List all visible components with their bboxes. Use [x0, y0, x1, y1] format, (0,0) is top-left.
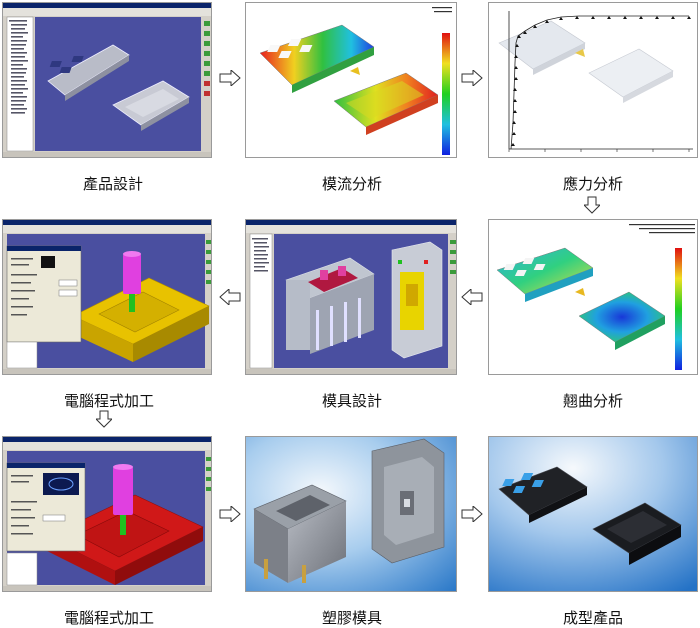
- cnc-machining-screenshot-red: [2, 436, 212, 592]
- cnc-machining-screenshot-yellow: [2, 219, 212, 375]
- step-caption-mold-design: 模具設計: [321, 392, 382, 410]
- flow-arrow-left-icon: [219, 289, 241, 305]
- product-design-screenshot: [2, 2, 212, 158]
- mold-design-screenshot: [245, 219, 457, 375]
- mold-flow-analysis-screenshot: [245, 2, 457, 158]
- stress-analysis-screenshot: [488, 2, 698, 158]
- plastic-mold-photo: [245, 436, 457, 592]
- step-caption-molded-product: 成型產品: [562, 609, 623, 627]
- step-caption-cnc-machining-2: 電腦程式加工: [63, 609, 154, 627]
- step-caption-product-design: 產品設計: [82, 175, 143, 193]
- molded-product-photo: [488, 436, 698, 592]
- flow-arrow-down-icon: [96, 410, 112, 428]
- step-caption-warpage: 翹曲分析: [562, 392, 623, 410]
- flow-arrow-left-icon: [461, 289, 483, 305]
- flow-arrow-right-icon: [219, 506, 241, 522]
- step-caption-mold-flow: 模流分析: [321, 175, 382, 193]
- step-caption-cnc-machining-1: 電腦程式加工: [63, 392, 154, 410]
- flow-arrow-right-icon: [219, 70, 241, 86]
- flow-arrow-right-icon: [461, 506, 483, 522]
- step-caption-stress: 應力分析: [562, 175, 623, 193]
- flow-arrow-right-icon: [461, 70, 483, 86]
- flow-arrow-down-icon: [584, 196, 600, 214]
- step-caption-plastic-mold: 塑膠模具: [321, 609, 382, 627]
- warpage-analysis-screenshot: [488, 219, 698, 375]
